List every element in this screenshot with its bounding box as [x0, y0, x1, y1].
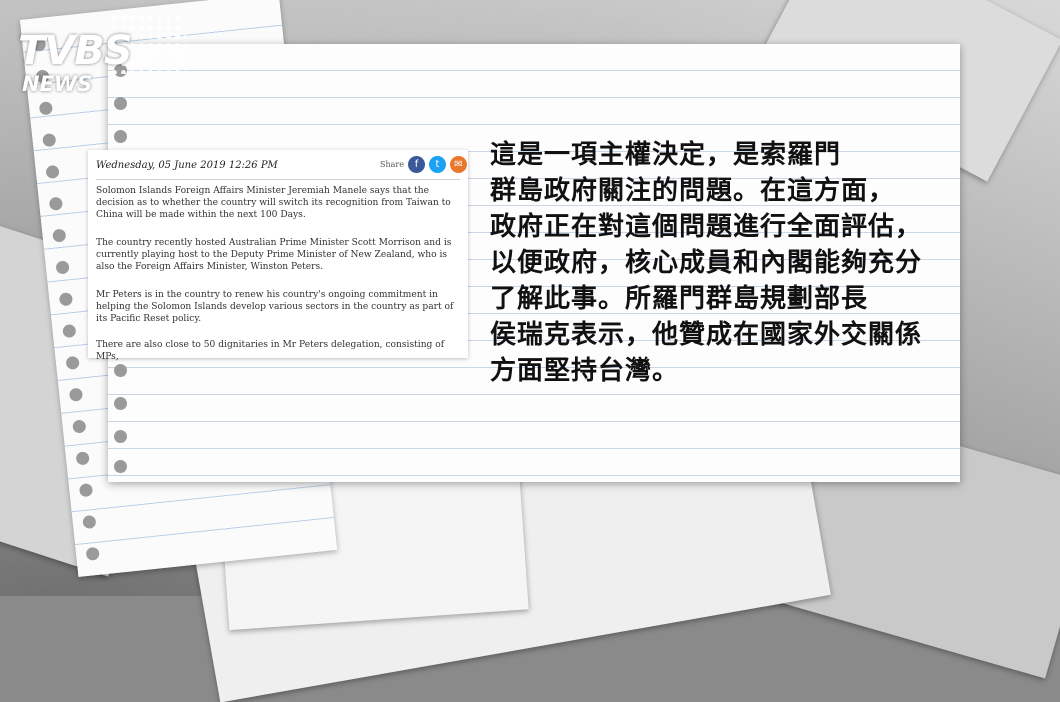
caption-line: 以便政府，核心成員和內閣能夠充分: [490, 248, 923, 278]
binder-hole: [85, 546, 100, 561]
binder-hole: [114, 460, 127, 473]
caption-line: 侯瑞克表示，他贊成在國家外交關係: [490, 320, 923, 350]
binder-hole: [72, 419, 87, 434]
binder-hole: [65, 355, 80, 371]
article-paragraph: Mr Peters is in the country to renew his…: [96, 290, 454, 324]
binder-hole: [75, 451, 90, 466]
caption-line: 政府正在對這個問題進行全面評估，: [490, 212, 923, 242]
divider: [96, 179, 460, 180]
tvbs-news-logo: TVBS NEWS: [18, 14, 186, 96]
caption-line: 方面堅持台灣。: [490, 356, 680, 386]
binder-hole: [114, 430, 127, 443]
binder-hole: [58, 292, 74, 307]
binder-hole: [48, 196, 64, 211]
logo-sub-text: NEWS: [22, 72, 93, 96]
binder-hole: [68, 387, 84, 402]
article-screenshot: Wednesday, 05 June 2019 12:26 PM Share f…: [88, 150, 468, 362]
facebook-icon[interactable]: f: [408, 156, 425, 173]
binder-hole: [114, 130, 127, 143]
binder-hole: [62, 323, 77, 339]
binder-hole: [45, 164, 60, 180]
binder-hole: [114, 364, 127, 377]
email-icon[interactable]: ✉: [450, 156, 467, 173]
binder-hole: [82, 514, 97, 530]
article-paragraph: Solomon Islands Foreign Affairs Minister…: [96, 186, 451, 220]
binder-hole: [78, 483, 94, 498]
binder-hole: [114, 97, 127, 110]
article-paragraph: There are also close to 50 dignitaries i…: [96, 340, 445, 362]
binder-hole: [42, 132, 57, 148]
logo-main-text: TVBS: [18, 28, 133, 74]
caption-line: 這是一項主權決定，是索羅門: [490, 140, 842, 170]
binder-hole: [38, 101, 54, 116]
caption-line: 了解此事。所羅門群島規劃部長: [490, 284, 869, 314]
binder-hole: [52, 228, 67, 243]
caption-line: 群島政府關注的問題。在這方面，: [490, 176, 896, 206]
article-date: Wednesday, 05 June 2019 12:26 PM: [96, 160, 278, 171]
binder-hole: [55, 260, 70, 275]
article-paragraph: The country recently hosted Australian P…: [96, 238, 452, 272]
twitter-icon[interactable]: t: [429, 156, 446, 173]
binder-hole: [114, 397, 127, 410]
share-label: Share: [380, 160, 404, 169]
chinese-caption: 這是一項主權決定，是索羅門 群島政府關注的問題。在這方面， 政府正在對這個問題進…: [490, 137, 960, 389]
